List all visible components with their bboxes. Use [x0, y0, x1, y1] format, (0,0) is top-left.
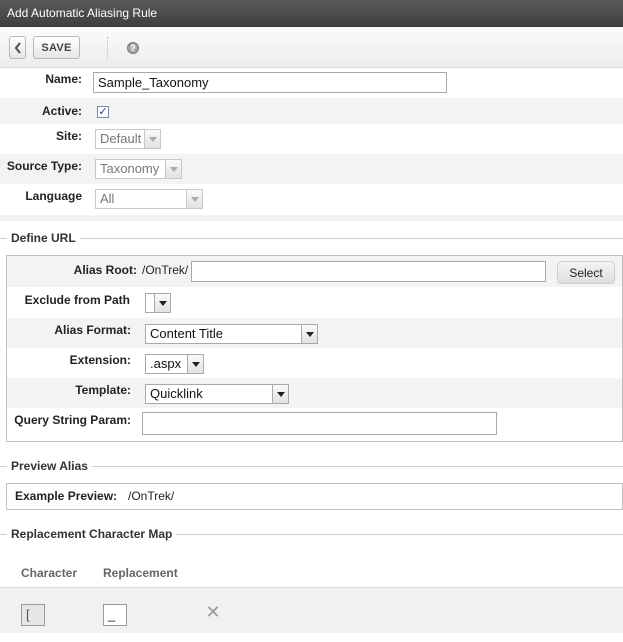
site-select[interactable]: Default	[95, 129, 161, 149]
template-value: Quicklink	[150, 386, 203, 401]
window-title: Add Automatic Aliasing Rule	[0, 0, 623, 27]
torn-edge	[0, 633, 623, 642]
help-icon[interactable]: ?	[127, 42, 139, 54]
alias-root-input[interactable]	[191, 261, 546, 282]
character-input[interactable]: [	[21, 604, 45, 626]
chevron-down-icon	[187, 355, 203, 373]
replacement-column-header: Replacement	[103, 566, 178, 580]
template-row: Template: Quicklink	[7, 378, 622, 408]
chevron-down-icon	[165, 160, 181, 178]
name-row: Name: Sample_Taxonomy	[0, 68, 623, 98]
alias-format-select[interactable]: Content Title	[145, 324, 318, 344]
exclude-from-path-row: Exclude from Path	[7, 287, 622, 318]
table-row: [ _ ✕	[0, 587, 623, 633]
chevron-down-icon	[144, 130, 160, 148]
alias-root-label: Alias Root:	[73, 263, 137, 277]
site-select-value: Default	[100, 131, 142, 146]
alias-root-row: Alias Root: /OnTrek/ Select	[7, 256, 622, 287]
replacement-input[interactable]: _	[103, 604, 127, 626]
language-select[interactable]: All	[95, 189, 203, 209]
site-label: Site:	[55, 129, 82, 143]
name-label: Name:	[45, 72, 82, 86]
chevron-down-icon	[272, 385, 288, 403]
preview-alias-legend: Preview Alias	[7, 459, 92, 473]
extension-label: Extension:	[69, 353, 131, 367]
source-type-select-value: Taxonomy	[100, 161, 160, 176]
template-select[interactable]: Quicklink	[145, 384, 289, 404]
define-url-rule	[0, 238, 623, 239]
template-label: Template:	[75, 383, 131, 397]
define-url-panel: Alias Root: /OnTrek/ Select Exclude from…	[6, 255, 623, 442]
site-row: Site: Default	[0, 124, 623, 154]
select-button[interactable]: Select	[557, 261, 615, 284]
active-row: Active: ✓	[0, 98, 623, 124]
language-row: Language All	[0, 184, 623, 215]
alias-root-prefix: /OnTrek/	[142, 263, 189, 277]
chevron-down-icon	[301, 325, 317, 343]
extension-row: Extension: .aspx	[7, 348, 622, 378]
character-column-header: Character	[21, 566, 78, 580]
chevron-down-icon	[186, 190, 202, 208]
toolbar: SAVE ?	[0, 27, 623, 68]
active-checkbox[interactable]: ✓	[97, 106, 109, 118]
chevron-left-icon	[14, 41, 21, 54]
active-label: Active:	[41, 104, 82, 118]
extension-value: .aspx	[150, 356, 182, 371]
language-label: Language	[25, 189, 82, 203]
query-string-input[interactable]	[142, 412, 497, 435]
form-divider	[0, 215, 623, 221]
chevron-down-icon	[154, 294, 170, 312]
replacement-map-legend: Replacement Character Map	[7, 527, 177, 541]
preview-alias-panel: Example Preview: /OnTrek/	[6, 483, 623, 510]
save-button[interactable]: SAVE	[33, 36, 80, 59]
example-preview-label: Example Preview:	[15, 489, 118, 503]
toolbar-separator	[107, 37, 108, 59]
exclude-from-path-select[interactable]	[145, 293, 171, 313]
source-type-label: Source Type:	[6, 159, 82, 173]
name-input[interactable]: Sample_Taxonomy	[93, 72, 447, 93]
query-string-row: Query String Param:	[7, 408, 622, 441]
language-select-value: All	[100, 191, 115, 206]
alias-format-label: Alias Format:	[54, 323, 131, 337]
remove-icon[interactable]: ✕	[205, 603, 221, 621]
source-type-select[interactable]: Taxonomy	[95, 159, 182, 179]
preview-alias-rule	[0, 466, 623, 467]
back-button[interactable]	[9, 36, 26, 59]
define-url-legend: Define URL	[7, 231, 80, 245]
example-preview-value: /OnTrek/	[128, 489, 175, 503]
alias-format-row: Alias Format: Content Title	[7, 318, 622, 348]
query-string-label: Query String Param:	[14, 413, 131, 427]
extension-select[interactable]: .aspx	[145, 354, 204, 374]
alias-format-value: Content Title	[150, 326, 223, 341]
source-type-row: Source Type: Taxonomy	[0, 154, 623, 184]
exclude-from-path-label: Exclude from Path	[24, 293, 130, 307]
